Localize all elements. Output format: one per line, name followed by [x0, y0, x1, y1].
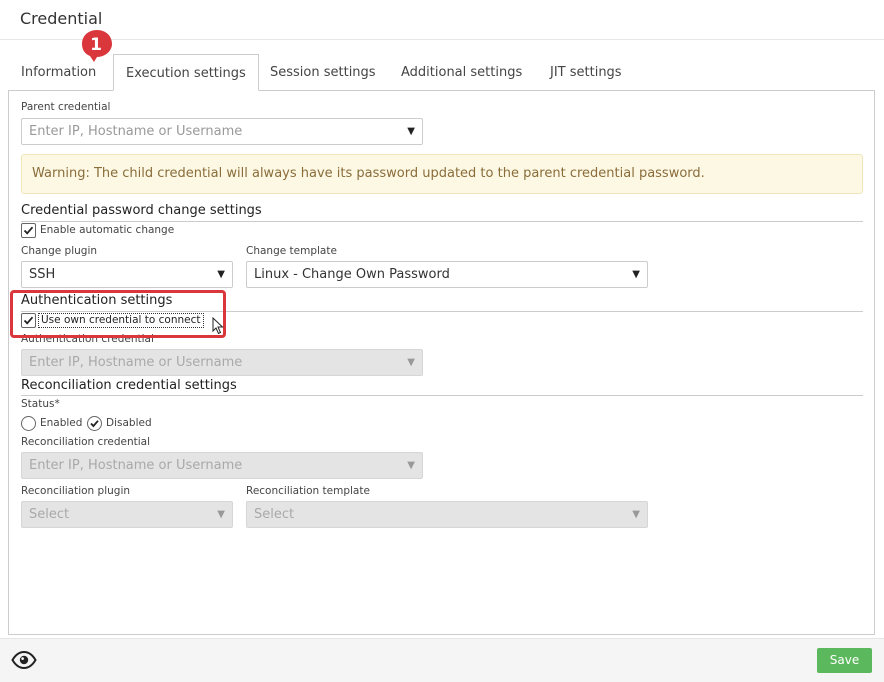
- change-template-label: Change template: [246, 245, 337, 257]
- dialog-title: Credential: [20, 9, 103, 28]
- change-plugin-label: Change plugin: [21, 245, 98, 257]
- reconciliation-template-label: Reconciliation template: [246, 485, 370, 497]
- caret-down-icon: ▼: [632, 509, 640, 520]
- parent-credential-select[interactable]: Enter IP, Hostname or Username ▼: [21, 118, 423, 145]
- reconciliation-plugin-placeholder: Select: [29, 507, 70, 522]
- reconciliation-plugin-label: Reconciliation plugin: [21, 485, 131, 497]
- tab-bar: Information Execution settings Session s…: [0, 54, 884, 91]
- caret-down-icon: ▼: [217, 269, 225, 280]
- caret-down-icon: ▼: [407, 126, 415, 137]
- warning-alert: Warning: The child credential will alway…: [21, 154, 863, 194]
- tab-session-settings[interactable]: Session settings: [270, 54, 376, 91]
- reconciliation-plugin-select: Select ▼: [21, 501, 233, 528]
- reconciliation-template-placeholder: Select: [254, 507, 295, 522]
- annotation-highlight-box: [10, 290, 226, 338]
- dialog-footer: Save: [0, 638, 884, 682]
- authentication-credential-select: Enter IP, Hostname or Username ▼: [21, 349, 423, 376]
- tab-execution-settings[interactable]: Execution settings: [113, 54, 259, 91]
- caret-down-icon: ▼: [407, 357, 415, 368]
- checkmark-icon: [23, 226, 34, 235]
- step-marker-number: 1: [90, 35, 102, 55]
- status-disabled-radio[interactable]: [87, 416, 102, 431]
- status-enabled-label: Enabled: [40, 417, 83, 429]
- parent-credential-label: Parent credential: [21, 101, 111, 113]
- reconciliation-credential-label: Reconciliation credential: [21, 436, 151, 448]
- reconciliation-template-select: Select ▼: [246, 501, 648, 528]
- step-marker-badge: 1: [82, 30, 112, 62]
- eye-icon[interactable]: [11, 651, 37, 669]
- parent-credential-placeholder: Enter IP, Hostname or Username: [29, 124, 243, 139]
- reconciliation-section-title: Reconciliation credential settings: [21, 378, 237, 393]
- change-template-select[interactable]: Linux - Change Own Password ▼: [246, 261, 648, 288]
- change-plugin-select[interactable]: SSH ▼: [21, 261, 233, 288]
- change-plugin-value: SSH: [29, 267, 56, 282]
- tab-jit-settings[interactable]: JIT settings: [550, 54, 622, 91]
- reconciliation-credential-select: Enter IP, Hostname or Username ▼: [21, 452, 423, 479]
- reconciliation-credential-placeholder: Enter IP, Hostname or Username: [29, 458, 243, 473]
- enable-automatic-change-label: Enable automatic change: [40, 224, 175, 236]
- checkmark-icon: [90, 420, 99, 428]
- status-disabled-label: Disabled: [106, 417, 152, 429]
- tab-additional-settings[interactable]: Additional settings: [401, 54, 522, 91]
- status-label: Status*: [21, 398, 60, 410]
- enable-automatic-change-checkbox[interactable]: [21, 223, 36, 238]
- dialog-header: Credential: [0, 0, 884, 40]
- caret-down-icon: ▼: [632, 269, 640, 280]
- change-template-value: Linux - Change Own Password: [254, 267, 450, 282]
- save-button[interactable]: Save: [817, 648, 872, 673]
- section-divider: [21, 395, 863, 396]
- caret-down-icon: ▼: [217, 509, 225, 520]
- mouse-pointer-icon: [212, 317, 224, 335]
- section-divider: [21, 221, 863, 222]
- status-enabled-radio[interactable]: [21, 416, 36, 431]
- caret-down-icon: ▼: [407, 460, 415, 471]
- password-change-section-title: Credential password change settings: [21, 203, 262, 218]
- authentication-credential-placeholder: Enter IP, Hostname or Username: [29, 355, 243, 370]
